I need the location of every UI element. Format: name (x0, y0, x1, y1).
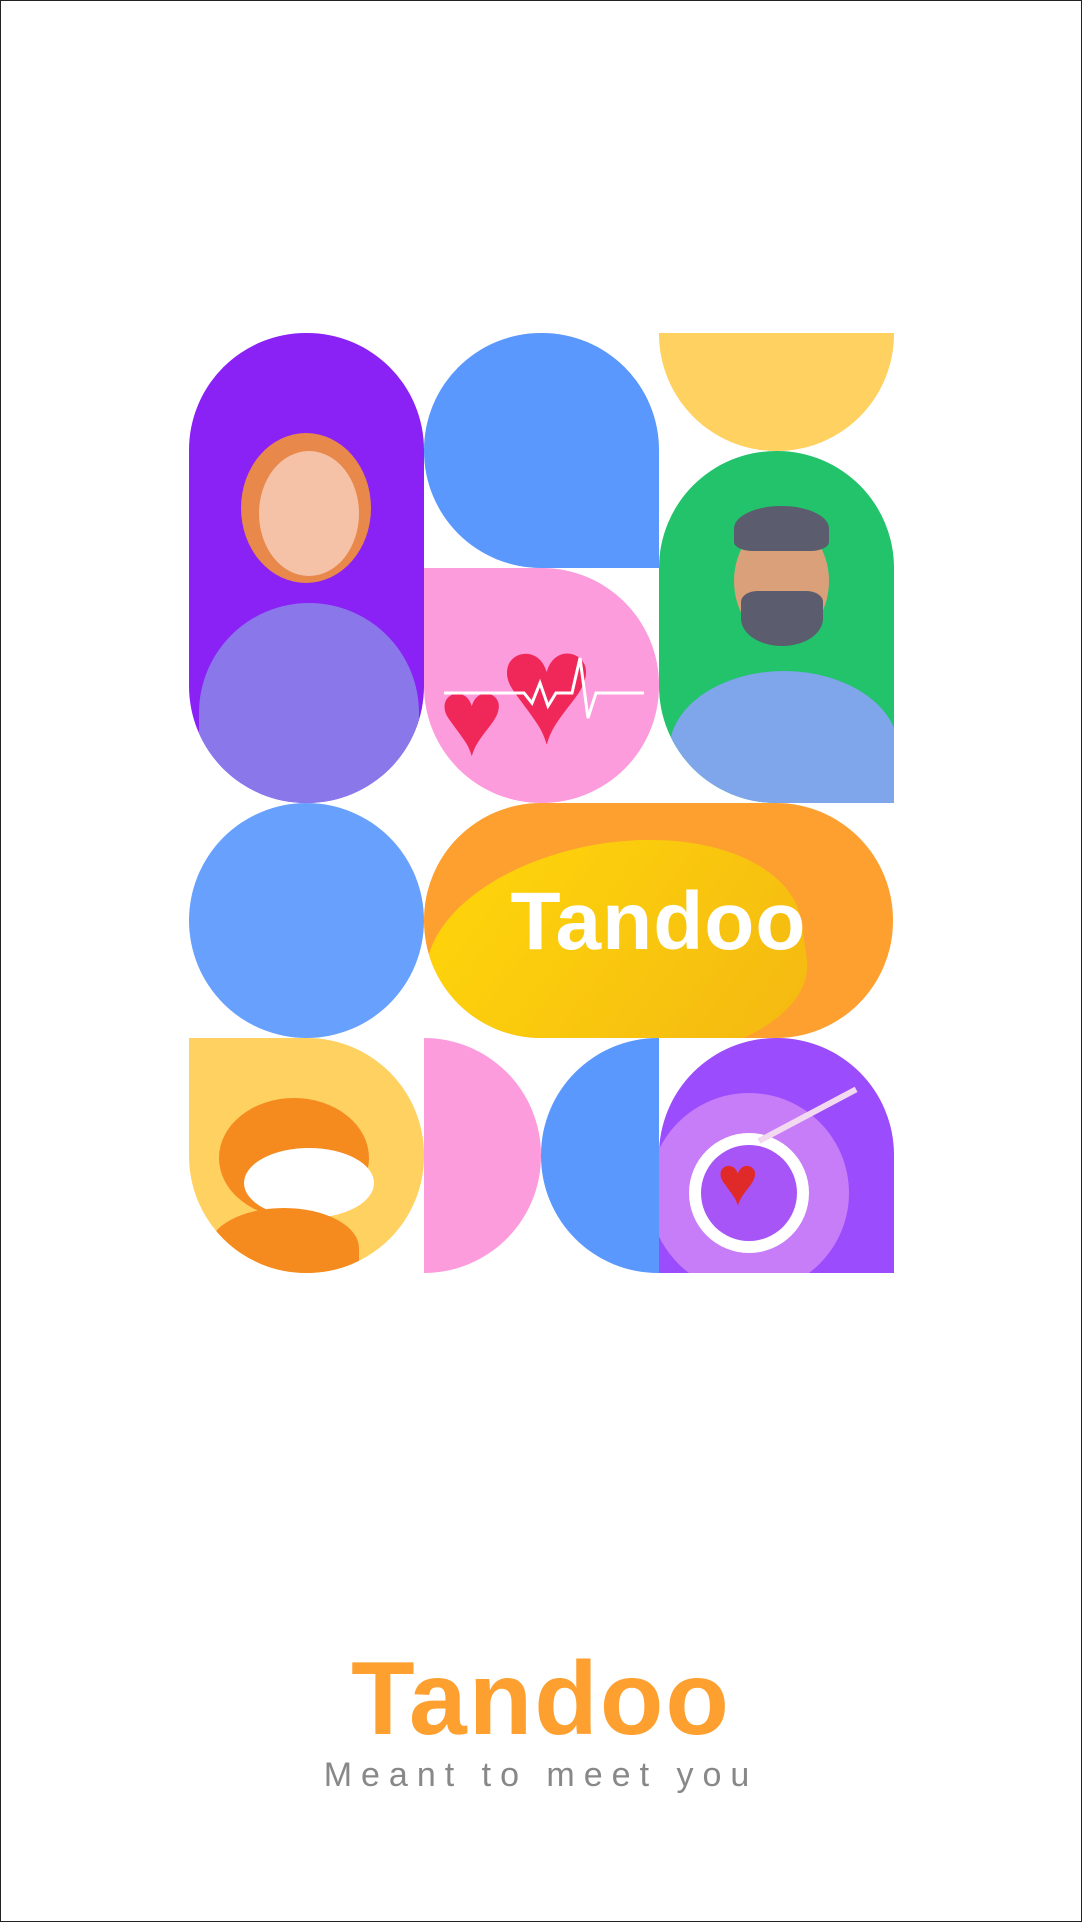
logo-tile: Tandoo (424, 803, 893, 1038)
fox-tile (189, 1038, 424, 1273)
illustration-grid: ♥ ♥ Tandoo ♥ (189, 333, 894, 1273)
hearts-tile: ♥ ♥ (424, 568, 659, 803)
logo-text-inner: Tandoo (510, 876, 807, 967)
tagline: Meant to meet you (323, 1756, 759, 1794)
target-tile: ♥ (659, 1038, 894, 1273)
man-hair (734, 506, 829, 551)
woman-avatar-tile (189, 333, 424, 803)
fox-body (209, 1208, 359, 1273)
yellow-half-circle (659, 333, 894, 451)
brand-name: Tandoo (351, 1641, 731, 1757)
blue-circle (189, 803, 424, 1038)
woman-body (199, 603, 419, 803)
woman-face (259, 451, 359, 576)
fox-muzzle (244, 1148, 374, 1218)
man-beard (741, 591, 823, 646)
heartbeat-line-icon (444, 657, 644, 719)
blue-shape (424, 333, 659, 568)
heart-bullseye-icon: ♥ (717, 1142, 759, 1220)
blue-half-circle (541, 1038, 659, 1273)
man-body (669, 671, 894, 803)
pink-half-circle (424, 1038, 541, 1273)
man-avatar-tile (659, 451, 894, 803)
